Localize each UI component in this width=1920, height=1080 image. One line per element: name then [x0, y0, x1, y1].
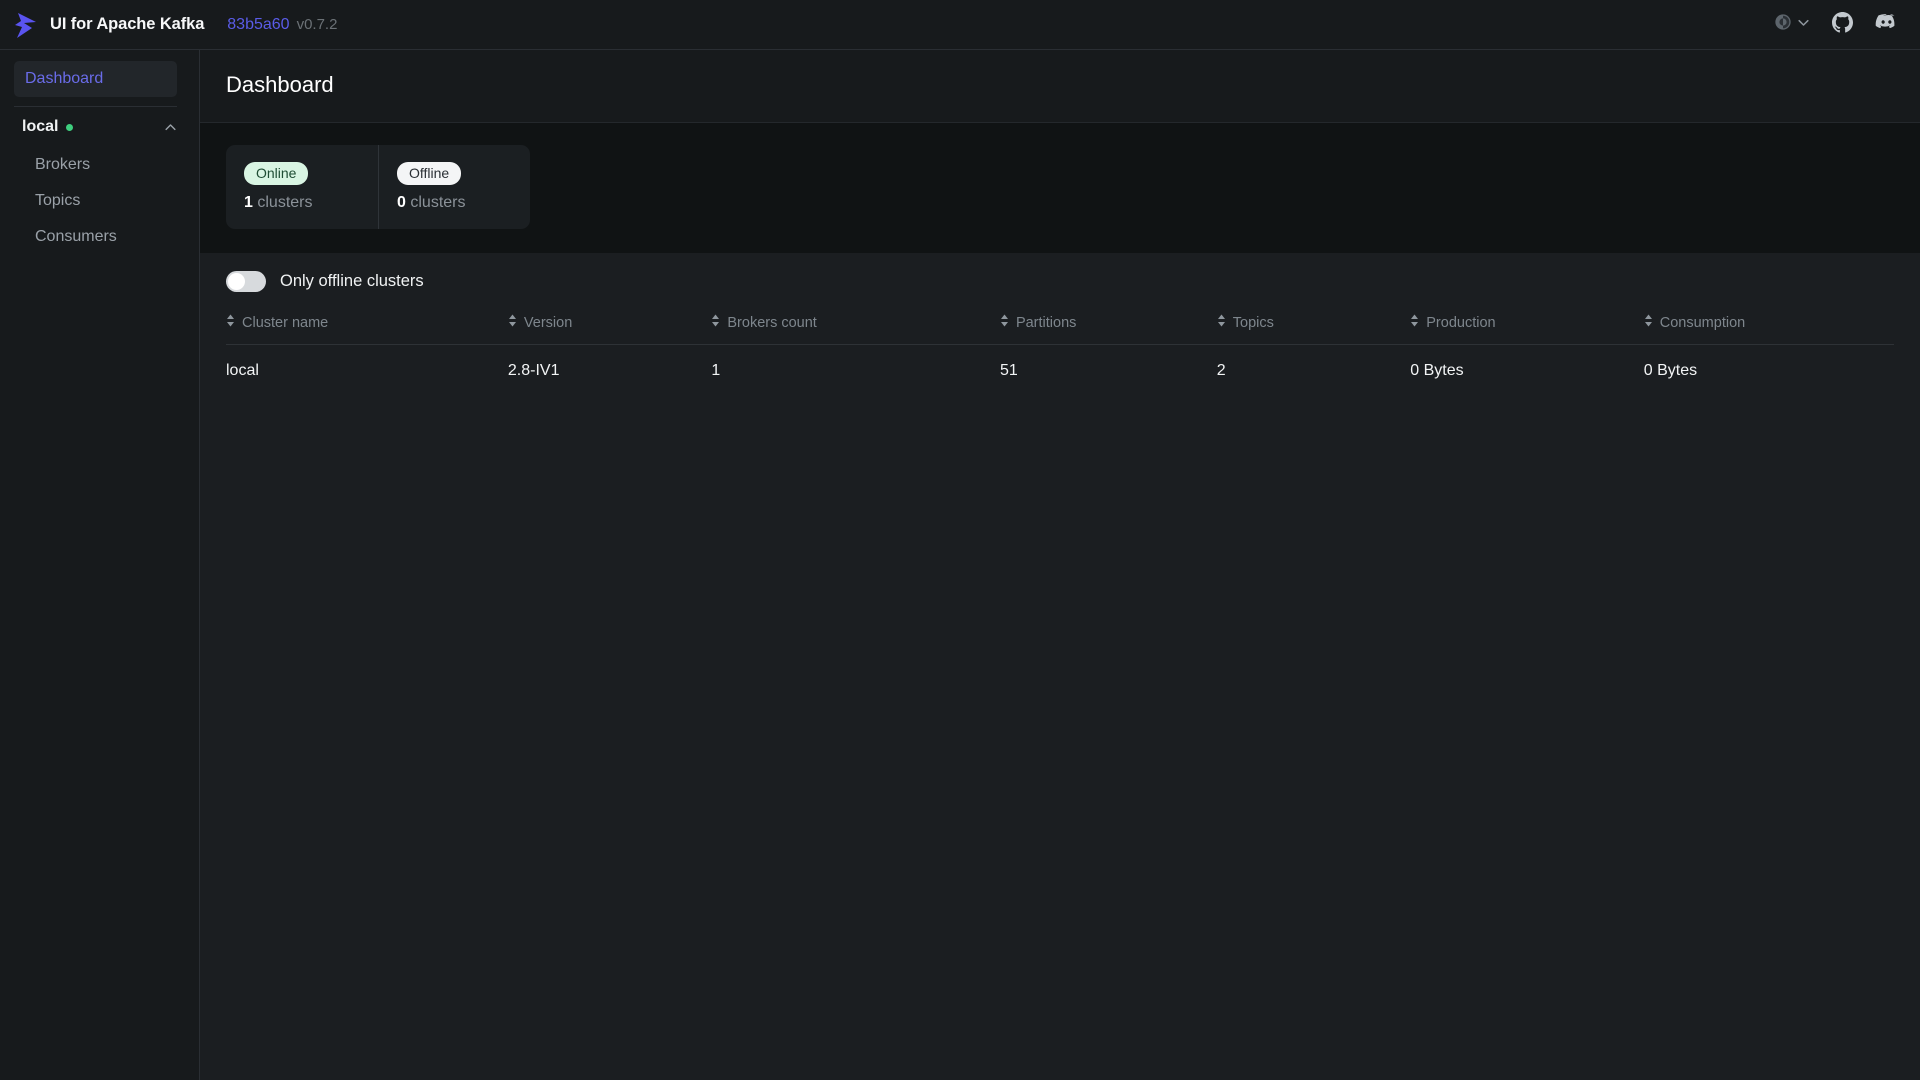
- metric-online-count: 1: [244, 194, 253, 212]
- app-root: UI for Apache Kafka 83b5a60 v0.7.2 Dashb…: [0, 0, 1920, 1080]
- column-header-version[interactable]: Version: [507, 308, 712, 346]
- version-info: 83b5a60 v0.7.2: [227, 16, 337, 34]
- metric-online: Online 1 clusters: [226, 145, 378, 229]
- table-head: Cluster name Version Brokers count Parti…: [226, 308, 1894, 346]
- table-header-row: Cluster name Version Brokers count Parti…: [226, 308, 1894, 346]
- column-header-label: Topics: [1232, 314, 1274, 331]
- theme-switcher[interactable]: [1774, 13, 1810, 36]
- toggle-knob: [228, 273, 245, 291]
- brand[interactable]: UI for Apache Kafka: [10, 8, 204, 42]
- sort-icon: [1410, 314, 1419, 331]
- discord-icon: [1875, 11, 1898, 39]
- commit-hash-link[interactable]: 83b5a60: [227, 16, 289, 34]
- header-actions: [1774, 11, 1898, 39]
- metric-offline-count: 0: [397, 194, 406, 212]
- page-header: Dashboard: [200, 50, 1920, 123]
- column-header-topics[interactable]: Topics: [1216, 308, 1411, 346]
- cell-cluster-name[interactable]: local: [226, 345, 508, 398]
- status-badge-offline: Offline: [397, 162, 462, 186]
- github-icon: [1832, 11, 1853, 38]
- sort-icon: [508, 314, 517, 331]
- page-title: Dashboard: [226, 72, 334, 97]
- column-header-label: Partitions: [1015, 314, 1077, 331]
- sidebar-top: Dashboard: [0, 61, 199, 97]
- discord-link[interactable]: [1875, 11, 1898, 39]
- column-header-label: Version: [523, 314, 573, 331]
- metric-offline-value: 0 clusters: [397, 194, 504, 212]
- column-header-consumption[interactable]: Consumption: [1643, 308, 1894, 346]
- only-offline-clusters-toggle[interactable]: [226, 271, 266, 293]
- sidebar-cluster-local[interactable]: local: [0, 107, 199, 147]
- table-row[interactable]: local 2.8-IV1 1 51 2 0 Bytes 0 Bytes: [226, 344, 1894, 398]
- sort-icon: [1000, 314, 1009, 331]
- content-area: Online 1 clusters Offline 0 clusters Onl…: [200, 123, 1920, 1080]
- cluster-metrics-card: Online 1 clusters Offline 0 clusters: [226, 145, 530, 230]
- column-header-partitions[interactable]: Partitions: [999, 308, 1217, 346]
- sidebar-item-brokers[interactable]: Brokers: [0, 147, 199, 183]
- brand-title: UI for Apache Kafka: [50, 15, 205, 33]
- clusters-table-section: Only offline clusters Cluster name Versi…: [200, 253, 1920, 1080]
- status-badge-online: Online: [244, 162, 309, 186]
- cell-consumption: 0 Bytes: [1643, 362, 1698, 380]
- metric-offline-unit: clusters: [410, 194, 466, 212]
- column-header-label: Brokers count: [727, 314, 817, 331]
- top-header: UI for Apache Kafka 83b5a60 v0.7.2: [0, 0, 1920, 50]
- body: Dashboard local Brokers Topics Consumers: [0, 50, 1920, 1080]
- table-body: local 2.8-IV1 1 51 2 0 Bytes 0 Bytes: [226, 344, 1894, 398]
- version-tag: v0.7.2: [296, 15, 338, 33]
- kafka-logo-icon: [10, 8, 40, 42]
- cell-production: 0 Bytes: [1410, 362, 1464, 380]
- sort-icon: [1644, 314, 1653, 331]
- sidebar-item-topics[interactable]: Topics: [0, 183, 199, 219]
- clusters-table: Cluster name Version Brokers count Parti…: [226, 308, 1894, 398]
- metric-offline: Offline 0 clusters: [378, 145, 530, 230]
- github-link[interactable]: [1832, 11, 1853, 38]
- sort-icon: [226, 314, 235, 331]
- sort-icon: [1217, 314, 1226, 331]
- cluster-status-dot-icon: [66, 123, 74, 131]
- metric-online-unit: clusters: [257, 194, 313, 212]
- metrics-band: Online 1 clusters Offline 0 clusters: [200, 123, 1920, 254]
- sidebar-cluster-label: local: [22, 118, 59, 135]
- column-header-label: Production: [1426, 314, 1496, 331]
- sidebar: Dashboard local Brokers Topics Consumers: [0, 50, 200, 1080]
- column-header-production[interactable]: Production: [1410, 308, 1644, 346]
- sidebar-subnav: Brokers Topics Consumers: [0, 147, 199, 255]
- cell-topics: 2: [1216, 362, 1226, 380]
- cell-partitions: 51: [999, 362, 1018, 380]
- main-content: Dashboard Online 1 clusters Offline 0 cl…: [200, 50, 1920, 1080]
- sort-icon: [711, 314, 720, 331]
- theme-toggle-icon: [1774, 13, 1792, 36]
- chevron-down-icon: [1797, 16, 1810, 34]
- offline-filter-row: Only offline clusters: [226, 253, 1894, 308]
- column-header-brokers-count[interactable]: Brokers count: [711, 308, 1000, 346]
- chevron-up-icon[interactable]: [164, 121, 177, 134]
- cell-version: 2.8-IV1: [507, 362, 560, 380]
- column-header-cluster-name[interactable]: Cluster name: [226, 308, 508, 346]
- column-header-label: Consumption: [1659, 314, 1746, 331]
- only-offline-clusters-label: Only offline clusters: [280, 272, 424, 291]
- sidebar-item-consumers[interactable]: Consumers: [0, 219, 199, 255]
- metric-online-value: 1 clusters: [244, 194, 352, 212]
- column-header-label: Cluster name: [242, 314, 329, 331]
- sidebar-item-dashboard[interactable]: Dashboard: [14, 61, 177, 97]
- cell-brokers-count: 1: [711, 362, 721, 380]
